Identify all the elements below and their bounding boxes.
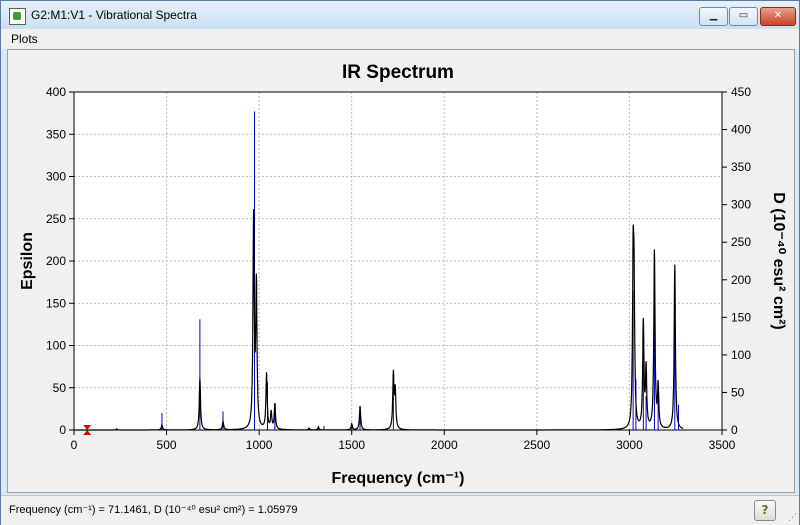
y-tick-label: 0 bbox=[59, 423, 66, 437]
y2-axis-label: D (10⁻⁴⁰ esu² cm²) bbox=[770, 192, 787, 329]
spectrum-peak bbox=[199, 378, 201, 380]
y-tick-label: 50 bbox=[53, 381, 67, 395]
y2-tick-label: 200 bbox=[731, 273, 751, 287]
spectrum-peak bbox=[265, 373, 268, 375]
spectrum-peak bbox=[351, 423, 353, 425]
y-tick-label: 250 bbox=[46, 212, 66, 226]
x-tick-label: 3000 bbox=[616, 438, 643, 452]
x-tick-label: 1000 bbox=[246, 438, 273, 452]
y2-tick-label: 350 bbox=[731, 160, 751, 174]
spectrum-peak bbox=[674, 264, 676, 266]
spectrum-peak bbox=[657, 387, 659, 389]
maximize-button[interactable]: ▭ bbox=[729, 7, 758, 26]
spectrum-peak bbox=[633, 306, 635, 309]
y-tick-label: 400 bbox=[46, 85, 66, 99]
x-tick-label: 3500 bbox=[709, 438, 736, 452]
y-tick-label: 350 bbox=[46, 127, 66, 141]
spectrum-peak bbox=[115, 428, 118, 430]
y-tick-label: 200 bbox=[46, 254, 66, 268]
spectrum-peak bbox=[308, 427, 310, 429]
chart-title: IR Spectrum bbox=[342, 62, 454, 83]
x-tick-label: 2000 bbox=[431, 438, 458, 452]
minimize-button[interactable]: ▁ bbox=[699, 7, 728, 26]
x-tick-label: 2500 bbox=[524, 438, 551, 452]
y-axis-label: Epsilon bbox=[19, 232, 36, 290]
y2-tick-label: 400 bbox=[731, 123, 751, 137]
spectrum-peak bbox=[274, 404, 276, 406]
x-tick-label: 0 bbox=[71, 438, 78, 452]
ir-spectrum-chart[interactable]: 0 500 1000 1500 2000 2500 3000 3500050100150200… bbox=[8, 50, 794, 492]
app-icon bbox=[9, 8, 26, 25]
title-bar[interactable]: G2:M1:V1 - Vibrational Spectra ▁ ▭ ✕ bbox=[1, 1, 799, 29]
status-bar: Frequency (cm⁻¹) = 71.1461, D (10⁻⁴⁰ esu… bbox=[1, 495, 799, 525]
y-tick-label: 100 bbox=[46, 339, 66, 353]
y2-tick-label: 450 bbox=[731, 85, 751, 99]
help-button[interactable]: ? bbox=[754, 500, 776, 521]
spectrum-peak bbox=[255, 287, 257, 289]
spectrum-peak bbox=[392, 374, 394, 376]
y2-tick-label: 250 bbox=[731, 235, 751, 249]
spectrum-peak bbox=[359, 405, 361, 407]
spectrum-peak bbox=[222, 420, 224, 423]
spectrum-peak bbox=[317, 426, 319, 429]
y2-tick-label: 150 bbox=[731, 310, 751, 324]
window-title: G2:M1:V1 - Vibrational Spectra bbox=[31, 8, 197, 22]
spectrum-peak bbox=[653, 251, 656, 254]
cursor-readout: Frequency (cm⁻¹) = 71.1461, D (10⁻⁴⁰ esu… bbox=[9, 504, 298, 516]
app-window: G2:M1:V1 - Vibrational Spectra ▁ ▭ ✕ Plo… bbox=[0, 0, 800, 525]
plot-panel: 0 500 1000 1500 2000 2500 3000 3500 0 50 100 150 200… bbox=[7, 49, 795, 493]
spectrum-peak bbox=[161, 424, 163, 426]
x-tick-label: 500 bbox=[157, 438, 177, 452]
x-axis-label: Frequency (cm⁻¹) bbox=[332, 470, 465, 487]
spectrum-peak bbox=[642, 323, 644, 325]
spectrum-peak bbox=[394, 391, 396, 393]
spectrum-peak bbox=[252, 218, 255, 220]
y-tick-label: 150 bbox=[46, 296, 66, 310]
resize-grip-icon[interactable]: ⋰ bbox=[788, 513, 797, 523]
x-tick-label: 1500 bbox=[338, 438, 365, 452]
spectrum-peak bbox=[645, 370, 647, 372]
menu-bar: Plots bbox=[1, 29, 799, 49]
y-tick-label: 300 bbox=[46, 170, 66, 184]
y2-tick-label: 50 bbox=[731, 385, 745, 399]
y2-tick-label: 300 bbox=[731, 198, 751, 212]
close-button[interactable]: ✕ bbox=[760, 7, 796, 26]
y2-tick-label: 0 bbox=[731, 423, 738, 437]
menu-plots[interactable]: Plots bbox=[11, 32, 38, 46]
y2-tick-label: 100 bbox=[731, 348, 751, 362]
spectrum-peak bbox=[632, 277, 634, 279]
spectrum-peak bbox=[270, 412, 272, 414]
